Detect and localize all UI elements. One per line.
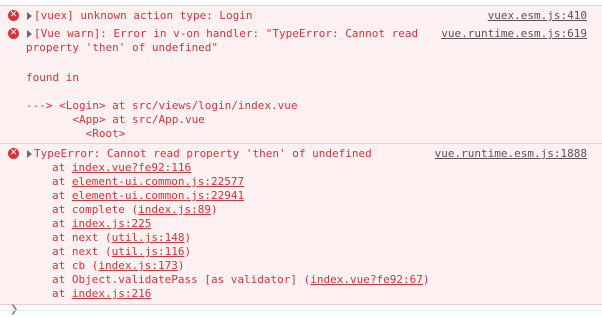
stack-frame-suffix: ): [177, 259, 185, 272]
error-text: TypeError: Cannot read property 'then' o…: [34, 147, 372, 160]
stack-frame-text: at cb (: [52, 259, 99, 272]
source-link[interactable]: vue.runtime.esm.js:619: [441, 27, 587, 41]
found-in-label: found in: [26, 71, 79, 84]
stack-frame: at index.js:216: [52, 287, 151, 301]
warn-text-line2: property 'then' of undefined": [26, 41, 219, 54]
console-warn-message: ✕ [Vue warn]: Error in v-on handler: "Ty…: [0, 25, 602, 144]
stack-frame-text: at: [52, 189, 72, 202]
component-trace-line: <Root>: [26, 127, 126, 140]
source-link[interactable]: vuex.esm.js:410: [488, 9, 587, 23]
expand-triangle-icon[interactable]: [27, 150, 32, 158]
error-icon: ✕: [8, 148, 19, 159]
expand-triangle-icon[interactable]: [27, 12, 32, 20]
stack-frame-text: at: [52, 175, 72, 188]
stack-frame-link[interactable]: index.js:216: [72, 287, 151, 300]
stack-frame-text: at next (: [52, 245, 112, 258]
stack-frame-suffix: ): [210, 203, 218, 216]
stack-frame-suffix: ): [184, 231, 192, 244]
warn-text-line1: [Vue warn]: Error in v-on handler: "Type…: [34, 27, 419, 40]
stack-frame-text: at Object.validatePass [as validator] (: [52, 273, 311, 286]
stack-frame-link[interactable]: element-ui.common.js:22577: [72, 175, 244, 188]
stack-frame: at index.vue?fe92:116: [52, 161, 191, 175]
stack-frame: at cb (index.js:173): [52, 259, 184, 273]
stack-frame-link[interactable]: index.js:89: [138, 203, 211, 216]
stack-frame-link[interactable]: index.vue?fe92:116: [72, 161, 191, 174]
console-error-message: ✕ [vuex] unknown action type: Login vuex…: [0, 5, 602, 26]
error-icon: ✕: [8, 28, 19, 39]
stack-frame: at element-ui.common.js:22577: [52, 175, 244, 189]
stack-frame-link[interactable]: util.js:148: [112, 231, 185, 244]
expand-triangle-icon[interactable]: [27, 30, 32, 38]
stack-frame: at index.js:225: [52, 217, 151, 231]
stack-frame: at complete (index.js:89): [52, 203, 218, 217]
stack-frame-link[interactable]: index.vue?fe92:67: [310, 273, 423, 286]
stack-frame-link[interactable]: util.js:116: [112, 245, 185, 258]
stack-frame-text: at next (: [52, 231, 112, 244]
component-trace-line: <App> at src/App.vue: [26, 113, 205, 126]
stack-frame: at next (util.js:148): [52, 231, 191, 245]
stack-frame: at next (util.js:116): [52, 245, 191, 259]
stack-frame-link[interactable]: element-ui.common.js:22941: [72, 189, 244, 202]
stack-frame: at element-ui.common.js:22941: [52, 189, 244, 203]
stack-frame-text: at complete (: [52, 203, 139, 216]
error-icon: ✕: [8, 10, 19, 21]
error-text: [vuex] unknown action type: Login: [34, 9, 253, 22]
source-link[interactable]: vue.runtime.esm.js:1888: [435, 147, 587, 161]
stack-frame-text: at: [52, 217, 72, 230]
stack-frame-link[interactable]: index.js:225: [72, 217, 151, 230]
stack-frame-text: at: [52, 161, 72, 174]
stack-frame-link[interactable]: index.js:173: [98, 259, 177, 272]
component-trace-line: ---> <Login> at src/views/login/index.vu…: [26, 99, 298, 112]
stack-frame-text: at: [52, 287, 72, 300]
console-error-message: ✕ TypeError: Cannot read property 'then'…: [0, 144, 602, 305]
stack-frame-suffix: ): [422, 273, 430, 286]
stack-frame: at Object.validatePass [as validator] (i…: [52, 273, 430, 287]
stack-frame-suffix: ): [184, 245, 192, 258]
